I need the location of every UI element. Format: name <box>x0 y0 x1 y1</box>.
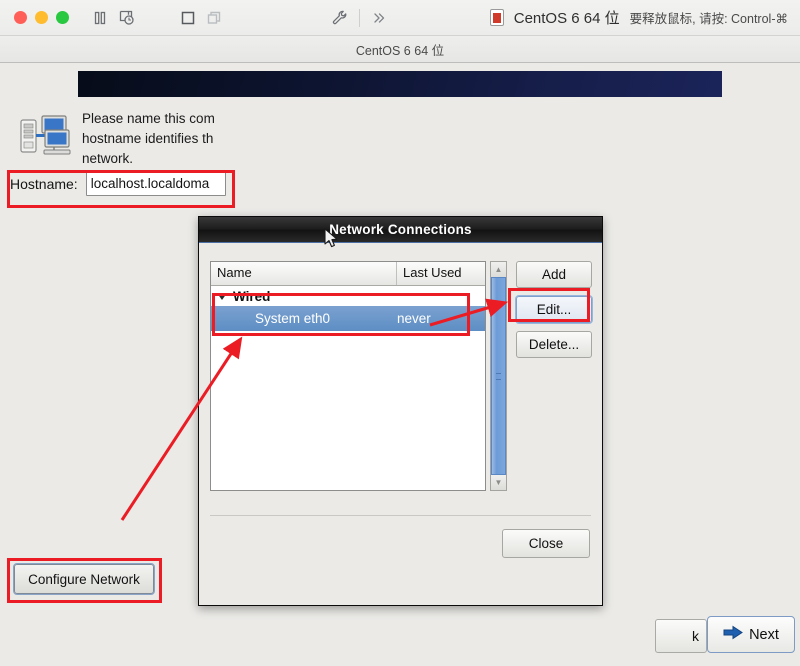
unity-windows-icon[interactable] <box>201 5 227 31</box>
scroll-down-icon[interactable]: ▼ <box>491 475 506 490</box>
edit-button[interactable]: Edit... <box>515 295 593 324</box>
dialog-titlebar[interactable]: Network Connections <box>199 217 602 243</box>
pause-icon[interactable] <box>87 5 113 31</box>
delete-button[interactable]: Delete... <box>516 331 592 358</box>
close-window-button[interactable] <box>14 11 27 24</box>
network-computers-icon <box>18 112 74 162</box>
settings-wrench-icon[interactable] <box>327 5 353 31</box>
close-button[interactable]: Close <box>502 529 590 558</box>
vm-tabbar: CentOS 6 64 位 <box>0 36 800 63</box>
toolbar-divider <box>359 8 360 27</box>
chevron-down-icon[interactable] <box>217 292 227 300</box>
minimize-window-button[interactable] <box>35 11 48 24</box>
next-button[interactable]: Next <box>707 616 795 653</box>
hostname-description: Please name this com hostname identifies… <box>82 111 215 166</box>
next-button-label: Next <box>749 626 779 643</box>
table-row[interactable]: System eth0 never <box>211 306 485 331</box>
list-scrollbar[interactable]: ▲ ▼ <box>490 261 507 491</box>
fullscreen-icon[interactable] <box>175 5 201 31</box>
group-label: Wired <box>233 288 271 304</box>
arrow-right-icon <box>723 625 743 644</box>
hostname-input[interactable] <box>85 171 226 196</box>
vm-toolbar: CentOS 6 64 位 要释放鼠标, 请按: Control-⌘ <box>0 0 800 36</box>
vm-status-area: CentOS 6 64 位 要释放鼠标, 请按: Control-⌘ <box>489 7 788 28</box>
vm-tab-label[interactable]: CentOS 6 64 位 <box>356 40 444 59</box>
window-controls[interactable] <box>14 11 69 24</box>
zoom-window-button[interactable] <box>56 11 69 24</box>
connection-last-used: never <box>397 311 431 326</box>
chevron-double-right-icon[interactable] <box>366 5 392 31</box>
mouse-release-hint: 要释放鼠标, 请按: Control-⌘ <box>629 12 788 26</box>
vm-os-name: CentOS 6 64 位 <box>513 10 620 27</box>
connection-name: System eth0 <box>255 311 331 326</box>
connections-list[interactable]: Name Last Used Wired System eth0 never <box>210 261 486 491</box>
column-header-last-used[interactable]: Last Used <box>397 262 485 285</box>
connections-list-header: Name Last Used <box>211 262 485 286</box>
dialog-separator <box>210 515 591 516</box>
installer-banner <box>78 71 722 97</box>
hostname-label: Hostname: <box>10 175 78 192</box>
centos-disc-icon <box>489 9 504 26</box>
guest-screen: Please name this com hostname identifies… <box>0 63 800 666</box>
configure-network-button[interactable]: Configure Network <box>13 563 155 595</box>
hostname-row: Hostname: <box>10 171 226 196</box>
scroll-up-icon[interactable]: ▲ <box>491 262 506 277</box>
scrollbar-thumb[interactable] <box>491 277 506 475</box>
column-header-name[interactable]: Name <box>211 262 397 285</box>
back-button[interactable]: k <box>655 619 707 653</box>
dialog-title: Network Connections <box>329 222 472 237</box>
snapshot-clock-icon[interactable] <box>113 5 139 31</box>
group-row-wired[interactable]: Wired <box>211 286 485 306</box>
network-connections-dialog: Network Connections Name Last Used Wired… <box>198 216 603 606</box>
add-button[interactable]: Add <box>516 261 592 288</box>
dialog-body: Name Last Used Wired System eth0 never ▲… <box>199 243 602 605</box>
